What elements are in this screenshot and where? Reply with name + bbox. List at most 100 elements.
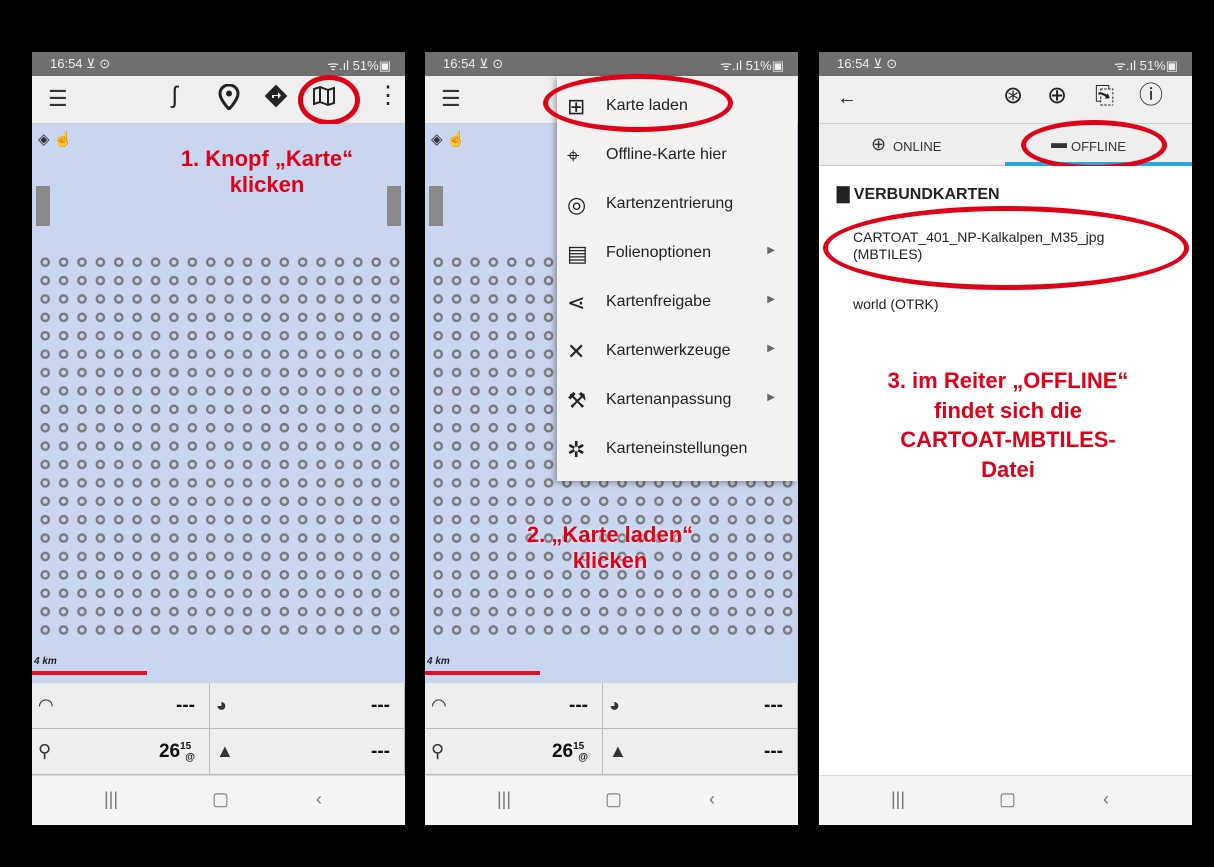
zoom-sup: 15 [180, 741, 192, 752]
highlight-ring [543, 74, 733, 132]
location-icon[interactable]: ◈ ☝ [38, 130, 72, 148]
elevation-cell[interactable]: ▲ --- [210, 729, 405, 775]
gear-icon: ✲ [567, 437, 586, 462]
status-bar: 16:54 ⊻ ⊙ ᯤ.ıl 51%▣ [32, 52, 405, 76]
menu-item-offline-karte[interactable]: ⌖ Offline-Karte hier [557, 131, 797, 180]
submenu-arrow-icon: ▶ [767, 294, 775, 305]
menu-item-folienoptionen[interactable]: ▤ Folienoptionen ▶ [557, 229, 797, 278]
scale-label: 4 km [427, 656, 450, 667]
download-icon[interactable]: ⎘ [1095, 84, 1114, 108]
menu-item-label: Karteneinstellungen [606, 440, 748, 457]
annotation-line: findet sich die [934, 397, 1082, 423]
help-icon[interactable]: ⓘ [1139, 84, 1163, 108]
folder-icon: ▇ [837, 186, 850, 203]
toolbar: ← ⊛ ⊕ ⎘ ⓘ [819, 76, 1192, 124]
highlight-ring [1021, 120, 1167, 170]
wrench-icon: ⚒ [567, 388, 587, 413]
zoom-cell[interactable]: ⚲ 2615@ [425, 729, 603, 775]
share-icon: ⋖ [567, 290, 586, 315]
elevation-cell[interactable]: ▲ --- [603, 729, 798, 775]
annotation-line: CARTOAT-MBTILES- [900, 427, 1116, 453]
zoom-value: 26 [158, 741, 181, 762]
recents-icon[interactable]: ||| [891, 789, 905, 810]
section-title: VERBUNDKARTEN [853, 186, 1000, 203]
tab-online[interactable]: ⊕ ONLINE [819, 124, 1005, 166]
back-icon[interactable]: ‹ [709, 789, 715, 810]
submenu-arrow-icon: ▶ [767, 392, 775, 403]
altitude-cell[interactable]: ◕ --- [603, 683, 798, 729]
menu-item-kartenwerkzeuge[interactable]: ✕ Kartenwerkzeuge ▶ [557, 327, 797, 376]
altitude-value: --- [764, 695, 783, 716]
annotation-line: klicken [572, 548, 648, 574]
home-icon[interactable]: ▢ [212, 789, 229, 810]
speedometer-icon: ◠ [431, 695, 447, 715]
status-bar: 16:54 ⊻ ⊙ ᯤ.ıl 51%▣ [819, 52, 1192, 76]
menu-item-label: Folienoptionen [606, 244, 711, 261]
annotation-line: 3. im Reiter „OFFLINE“ [887, 368, 1129, 393]
scale-bar [425, 671, 540, 675]
location-icon[interactable]: ◈ ☝ [431, 130, 465, 148]
refresh-icon[interactable]: ⊛ [1003, 84, 1023, 108]
menu-icon[interactable]: ☰ [48, 88, 68, 110]
dashboard: ◠ --- ◕ --- ⚲ 2615@ ▲ --- [425, 683, 798, 775]
speed-cell[interactable]: ◠ --- [32, 683, 210, 729]
status-bar: 16:54 ⊻ ⊙ ᯤ.ıl 51%▣ [425, 52, 798, 76]
altitude-value: --- [371, 695, 390, 716]
menu-item-kartenzentrierung[interactable]: ◎ Kartenzentrierung [557, 180, 797, 229]
status-time: 16:54 ⊻ ⊙ [50, 56, 111, 71]
menu-item-label: Offline-Karte hier [606, 146, 727, 163]
screen-map-menu: 16:54 ⊻ ⊙ ᯤ.ıl 51%▣ ☰ ◈ ☝ 2. „Karte lade… [425, 52, 798, 825]
annotation-line: 2. „Karte laden“ [526, 522, 694, 547]
screen-map-view: 16:54 ⊻ ⊙ ᯤ.ıl 51%▣ ☰ ʃ ⋮ ◈ ☝ 1. Knopf „… [32, 52, 405, 825]
screen-map-selector: 16:54 ⊻ ⊙ ᯤ.ıl 51%▣ ← ⊛ ⊕ ⎘ ⓘ ⊕ ONLINE ▬… [819, 52, 1192, 825]
highlight-ring [823, 206, 1189, 290]
section-header: ▇ VERBUNDKARTEN [837, 184, 1000, 204]
navigation-icon[interactable] [264, 84, 288, 113]
more-options-icon[interactable]: ⋮ [376, 84, 400, 108]
back-icon[interactable]: ‹ [316, 789, 322, 810]
annotation-line: Datei [981, 457, 1035, 483]
recents-icon[interactable]: ||| [497, 789, 511, 810]
status-time: 16:54 ⊻ ⊙ [837, 56, 898, 71]
satellite-icon: ◕ [216, 695, 227, 715]
highlight-ring [298, 75, 360, 125]
source-tabs: ⊕ ONLINE ▬ OFFLINE [819, 120, 1192, 170]
system-nav: ||| ▢ ‹ [819, 775, 1192, 825]
zoom-cell[interactable]: ⚲ 2615@ [32, 729, 210, 775]
left-drag-handle[interactable] [36, 186, 50, 226]
recents-icon[interactable]: ||| [104, 789, 118, 810]
map-pin-icon: ⌖ [567, 143, 580, 168]
list-item-world[interactable]: world (OTRK) [853, 296, 939, 312]
home-icon[interactable]: ▢ [999, 789, 1016, 810]
menu-item-kartenanpassung[interactable]: ⚒ Kartenanpassung ▶ [557, 376, 797, 425]
altitude-cell[interactable]: ◕ --- [210, 683, 405, 729]
zoom-value: 26 [551, 741, 574, 762]
annotation-line: 1. Knopf „Karte“ [180, 146, 354, 171]
map-dropdown-menu: ⊞ Karte laden ⌖ Offline-Karte hier ◎ Karten… [543, 74, 797, 481]
status-signal: ᯤ.ıl 51%▣ [1114, 58, 1178, 73]
toolbar: ☰ ʃ ⋮ [32, 75, 405, 125]
route-icon[interactable]: ʃ [172, 84, 177, 108]
system-nav: ||| ▢ ‹ [425, 775, 798, 825]
left-drag-handle[interactable] [429, 186, 443, 226]
menu-item-label: Kartenanpassung [606, 391, 732, 408]
zoom-sub: @ [578, 752, 588, 763]
speed-value: --- [176, 695, 195, 716]
speed-cell[interactable]: ◠ --- [425, 683, 603, 729]
scale-bar [32, 671, 147, 675]
back-arrow-icon[interactable]: ← [837, 88, 857, 108]
menu-icon[interactable]: ☰ [441, 88, 461, 110]
back-icon[interactable]: ‹ [1103, 789, 1109, 810]
status-time: 16:54 ⊻ ⊙ [443, 56, 504, 71]
waypoint-icon[interactable] [218, 83, 240, 115]
menu-item-kartenfreigabe[interactable]: ⋖ Kartenfreigabe ▶ [557, 278, 797, 327]
menu-item-karteneinstellungen[interactable]: ✲ Karteneinstellungen [557, 425, 797, 474]
zoom-sup: 15 [573, 741, 585, 752]
globe-icon: ⊕ [871, 134, 887, 154]
add-icon[interactable]: ⊕ [1047, 84, 1067, 108]
annotation-step1: 1. Knopf „Karte“ klicken [142, 146, 392, 199]
annotation-step3: 3. im Reiter „OFFLINE“ findet sich die C… [853, 366, 1163, 485]
home-icon[interactable]: ▢ [605, 789, 622, 810]
elevation-value: --- [764, 741, 783, 762]
map-canvas[interactable]: ◈ ☝ 1. Knopf „Karte“ klicken 4 km [32, 124, 405, 683]
